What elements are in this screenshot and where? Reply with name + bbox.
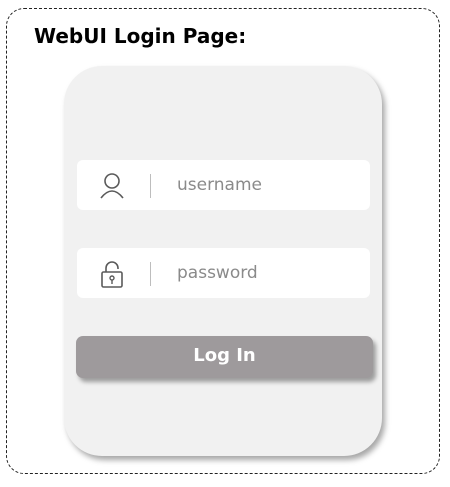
password-field[interactable]: password — [77, 248, 370, 298]
lock-icon — [99, 259, 125, 289]
password-input[interactable]: password — [177, 248, 258, 298]
username-field[interactable]: username — [77, 160, 370, 210]
username-input[interactable]: username — [177, 160, 262, 210]
page-title: WebUI Login Page: — [34, 24, 247, 48]
user-icon — [99, 171, 125, 201]
login-button[interactable]: Log In — [76, 336, 373, 378]
field-divider — [150, 174, 151, 198]
field-divider — [150, 262, 151, 286]
